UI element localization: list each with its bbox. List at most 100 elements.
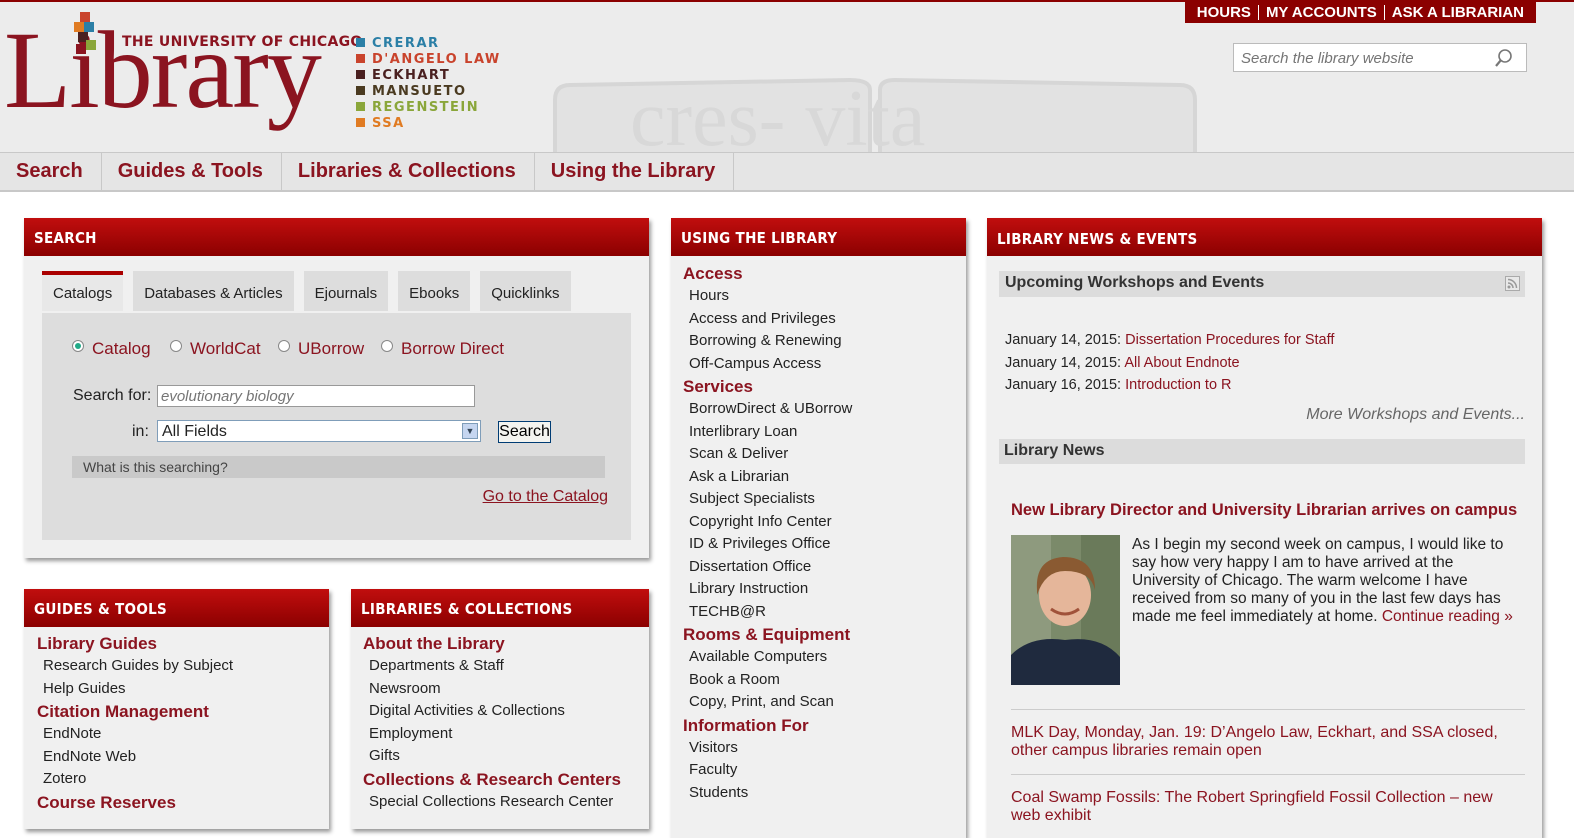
library-item[interactable]: CRERAR — [356, 36, 501, 52]
section-link[interactable]: Students — [683, 782, 966, 805]
radio-borrow-direct[interactable]: Borrow Direct — [381, 339, 504, 359]
section-heading[interactable]: Rooms & Equipment — [683, 624, 966, 646]
section-link[interactable]: Faculty — [683, 759, 966, 782]
catalog-search-button[interactable]: Search — [498, 421, 551, 443]
more-events-link[interactable]: More Workshops and Events... — [1306, 406, 1525, 424]
section-heading[interactable]: About the Library — [363, 633, 649, 655]
section-link[interactable]: Scan & Deliver — [683, 443, 966, 466]
library-item[interactable]: MANSUETO — [356, 84, 501, 100]
section-heading[interactable]: Information For — [683, 715, 966, 737]
section-heading[interactable]: Access — [683, 263, 966, 285]
section-link[interactable]: Interlibrary Loan — [683, 421, 966, 444]
news-item-link[interactable]: MLK Day, Monday, Jan. 19: D’Angelo Law, … — [1011, 724, 1511, 760]
event-link[interactable]: Dissertation Procedures for Staff — [1125, 332, 1334, 348]
radio-uborrow[interactable]: UBorrow — [278, 339, 364, 359]
radio-label: Catalog — [92, 339, 151, 358]
search-panel-title: SEARCH — [24, 218, 649, 256]
my-accounts-link[interactable]: MY ACCOUNTS — [1257, 5, 1384, 20]
news-panel-title: LIBRARY NEWS & EVENTS — [987, 218, 1542, 256]
nav-libraries-collections[interactable]: Libraries & Collections — [282, 153, 535, 190]
events-list: January 14, 2015: Dissertation Procedure… — [1005, 329, 1334, 397]
library-square-icon — [356, 38, 365, 47]
library-item[interactable]: REGENSTEIN — [356, 100, 501, 116]
news-heading: Library News — [1004, 442, 1105, 459]
section-link[interactable]: Help Guides — [37, 678, 329, 701]
site-search-input[interactable] — [1239, 49, 1493, 68]
section-link[interactable]: Research Guides by Subject — [37, 655, 329, 678]
tab-catalogs[interactable]: Catalogs — [42, 271, 124, 311]
section-link[interactable]: Subject Specialists — [683, 488, 966, 511]
rss-feed-icon[interactable] — [1505, 276, 1520, 291]
event-item: January 16, 2015: Introduction to R — [1005, 374, 1334, 397]
section-link[interactable]: Ask a Librarian — [683, 466, 966, 489]
logo-library-word[interactable]: Library — [4, 10, 322, 130]
tab-ebooks[interactable]: Ebooks — [398, 271, 471, 311]
event-link[interactable]: All About Endnote — [1124, 355, 1239, 371]
tab-databases-articles[interactable]: Databases & Articles — [133, 271, 294, 311]
section-link[interactable]: Available Computers — [683, 646, 966, 669]
section-link[interactable]: BorrowDirect & UBorrow — [683, 398, 966, 421]
catalog-search-input[interactable] — [157, 385, 475, 407]
library-item[interactable]: SSA — [356, 116, 501, 132]
site-search-box — [1233, 43, 1527, 72]
section-link[interactable]: Visitors — [683, 737, 966, 760]
continue-reading-link[interactable]: Continue reading » — [1382, 608, 1513, 625]
radio-icon — [170, 340, 182, 352]
radio-icon — [278, 340, 290, 352]
library-item[interactable]: D'ANGELO LAW — [356, 52, 501, 68]
section-link[interactable]: ID & Privileges Office — [683, 533, 966, 556]
section-link[interactable]: Employment — [363, 723, 649, 746]
section-link[interactable]: Dissertation Office — [683, 556, 966, 579]
section-heading[interactable]: Citation Management — [37, 701, 329, 723]
section-link[interactable]: Copy, Print, and Scan — [683, 691, 966, 714]
section-heading[interactable]: Collections & Research Centers — [363, 769, 649, 791]
section-link[interactable]: Gifts — [363, 745, 649, 768]
section-link[interactable]: Departments & Staff — [363, 655, 649, 678]
tab-ejournals[interactable]: Ejournals — [303, 271, 389, 311]
section-heading[interactable]: Services — [683, 376, 966, 398]
nav-using-library[interactable]: Using the Library — [535, 153, 735, 190]
ask-a-librarian-link[interactable]: ASK A LIBRARIAN — [1383, 5, 1531, 20]
section-link[interactable]: Borrowing & Renewing — [683, 330, 966, 353]
tab-quicklinks[interactable]: Quicklinks — [480, 271, 571, 311]
section-link[interactable]: EndNote — [37, 723, 329, 746]
radio-worldcat[interactable]: WorldCat — [170, 339, 261, 359]
library-name: ECKHART — [372, 68, 451, 83]
section-link[interactable]: Copyright Info Center — [683, 511, 966, 534]
field-select[interactable]: All Fields ▼ — [157, 420, 481, 442]
what-searching-toggle[interactable]: What is this searching? — [72, 456, 605, 478]
section-link[interactable]: Access and Privileges — [683, 308, 966, 331]
section-link[interactable]: Zotero — [37, 768, 329, 791]
section-link[interactable]: Library Instruction — [683, 578, 966, 601]
section-link[interactable]: EndNote Web — [37, 746, 329, 769]
section-heading[interactable]: Library Guides — [37, 633, 329, 655]
section-link[interactable]: TECHB@R — [683, 601, 966, 624]
nav-search[interactable]: Search — [0, 153, 102, 190]
section-link[interactable]: Special Collections Research Center — [363, 791, 649, 814]
section-link[interactable]: Off-Campus Access — [683, 353, 966, 376]
section-heading[interactable]: Course Reserves — [37, 792, 329, 814]
search-for-label: Search for: — [73, 387, 152, 404]
events-heading: Upcoming Workshops and Events — [1005, 274, 1265, 291]
section-link[interactable]: Digital Activities & Collections — [363, 700, 649, 723]
news-item-link[interactable]: Coal Swamp Fossils: The Robert Springfie… — [1011, 789, 1525, 825]
library-name: SSA — [372, 116, 405, 131]
using-panel-body: Access Hours Access and Privileges Borrowin… — [671, 256, 966, 804]
section-link[interactable]: Newsroom — [363, 678, 649, 701]
libraries-panel-body: About the Library Departments & Staff News… — [351, 627, 649, 813]
hours-link[interactable]: HOURS — [1190, 5, 1258, 20]
section-link[interactable]: Book a Room — [683, 669, 966, 692]
university-name: THE UNIVERSITY OF CHICAGO — [122, 34, 363, 50]
feature-news-title[interactable]: New Library Director and University Libr… — [1011, 501, 1517, 520]
guides-tools-panel: GUIDES & TOOLS Library Guides Research Gu… — [24, 589, 329, 829]
radio-catalog[interactable]: Catalog — [72, 339, 151, 359]
magnifier-icon[interactable] — [1494, 48, 1514, 68]
library-name: CRERAR — [372, 36, 440, 51]
event-link[interactable]: Introduction to R — [1125, 377, 1231, 393]
library-item[interactable]: ECKHART — [356, 68, 501, 84]
go-to-catalog-link[interactable]: Go to the Catalog — [483, 488, 608, 506]
director-portrait-photo[interactable] — [1011, 535, 1120, 685]
nav-guides-tools[interactable]: Guides & Tools — [102, 153, 282, 190]
section-link[interactable]: Hours — [683, 285, 966, 308]
search-tabs: Catalogs Databases & Articles Ejournals … — [42, 271, 581, 311]
